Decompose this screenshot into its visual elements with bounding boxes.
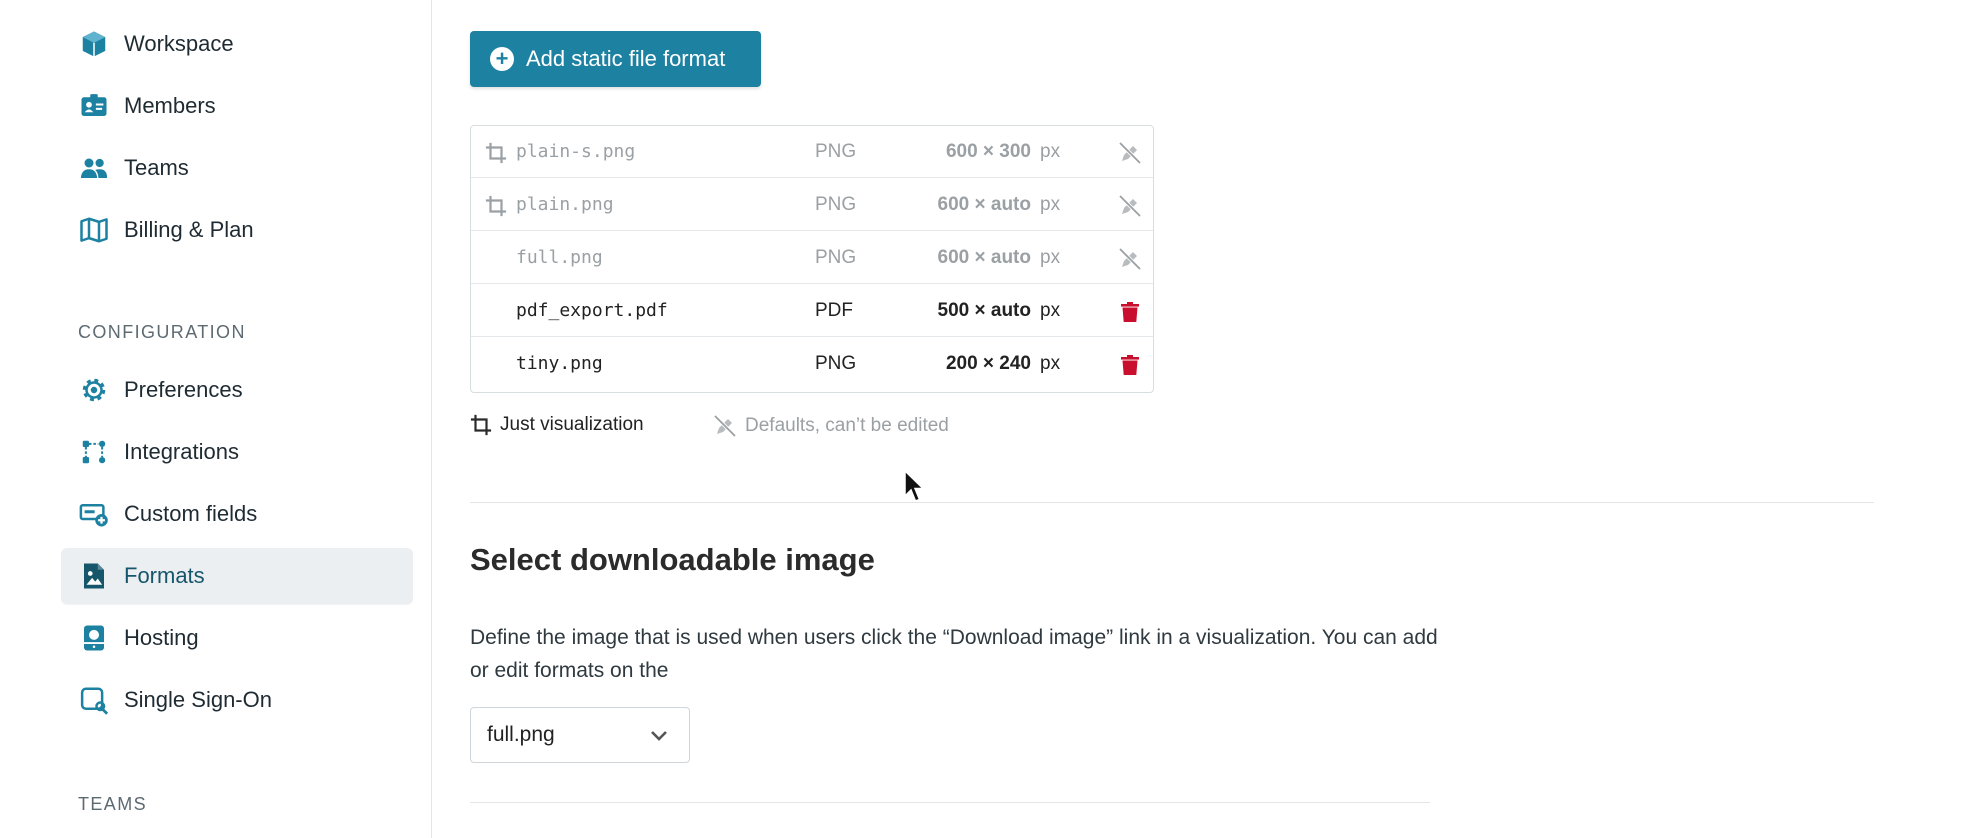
divider <box>470 802 1430 803</box>
format-unit: px <box>1040 300 1061 321</box>
format-size: 500 × auto <box>937 300 1031 321</box>
integrations-icon <box>78 436 110 468</box>
format-unit: px <box>1040 194 1061 215</box>
format-name: tiny.png <box>516 353 603 374</box>
teams-section-label: TEAMS <box>78 794 148 814</box>
format-name: pdf_export.pdf <box>516 300 668 321</box>
mouse-cursor-icon <box>904 470 925 502</box>
format-type: PDF <box>815 300 853 321</box>
format-size: 600 × auto <box>937 194 1031 215</box>
format-size: 600 × auto <box>937 247 1031 268</box>
downloadable-image-select[interactable]: full.png <box>470 707 690 763</box>
table-row: full.png PNG 600 × auto px <box>471 232 1153 284</box>
trash-icon[interactable] <box>1117 352 1143 378</box>
format-size: 200 × 240 <box>945 353 1031 374</box>
section-description: Define the image that is used when users… <box>470 626 1438 682</box>
section-title: Select downloadable image <box>470 542 875 577</box>
format-type: PNG <box>815 141 857 162</box>
no-edit-icon <box>1117 140 1143 166</box>
sidebar-item-integrations[interactable]: Integrations <box>61 424 413 480</box>
table-row: pdf_export.pdf PDF 500 × auto px <box>471 285 1153 337</box>
legend-defaults-label: Defaults, can’t be edited <box>745 415 949 436</box>
legend-visualization-label: Just visualization <box>500 414 644 435</box>
sidebar-item-hosting[interactable]: Hosting <box>61 610 413 666</box>
sso-icon <box>78 684 110 716</box>
sidebar-item-teams[interactable]: Teams <box>61 140 413 196</box>
format-type: PNG <box>815 194 857 215</box>
no-edit-icon <box>1117 193 1143 219</box>
table-row: plain-s.png PNG 600 × 300 px <box>471 126 1153 178</box>
format-type: PNG <box>815 353 857 374</box>
format-size: 600 × 300 <box>945 141 1031 162</box>
custom-fields-icon <box>78 498 110 530</box>
no-edit-icon <box>1117 246 1143 272</box>
server-icon <box>78 622 110 654</box>
format-name: plain-s.png <box>516 141 636 162</box>
sidebar-item-label: Integrations <box>124 439 239 464</box>
sidebar-item-label: Custom fields <box>124 501 258 526</box>
sidebar-item-sso[interactable]: Single Sign-On <box>61 672 413 728</box>
format-unit: px <box>1040 353 1061 374</box>
crop-icon <box>485 195 507 217</box>
chevron-down-icon <box>651 731 667 741</box>
sidebar-item-label: Billing & Plan <box>124 217 254 242</box>
people-icon <box>78 152 110 184</box>
id-card-icon <box>78 90 110 122</box>
sidebar-item-members[interactable]: Members <box>61 78 413 134</box>
sidebar-item-label: Members <box>124 93 216 118</box>
image-file-icon <box>78 560 110 592</box>
crop-icon <box>485 142 507 164</box>
gear-icon <box>78 374 110 406</box>
sidebar-item-label: Single Sign-On <box>124 687 272 712</box>
plus-circle-icon: + <box>490 47 514 71</box>
main-content: + Add static file format plain-s.png PNG… <box>433 0 1986 838</box>
sidebar: Workspace Members Teams Billing & Plan C… <box>0 0 432 838</box>
select-value: full.png <box>487 723 555 746</box>
sidebar-item-label: Formats <box>124 563 205 588</box>
sidebar-item-workspace[interactable]: Workspace <box>61 16 413 72</box>
sidebar-item-billing[interactable]: Billing & Plan <box>61 202 413 258</box>
format-type: PNG <box>815 247 857 268</box>
sidebar-item-preferences[interactable]: Preferences <box>61 362 413 418</box>
no-edit-icon <box>713 414 737 438</box>
add-static-file-format-button[interactable]: + Add static file format <box>470 31 761 87</box>
workspace-cube-icon <box>78 28 110 60</box>
sidebar-item-label: Teams <box>124 155 189 180</box>
table-row: plain.png PNG 600 × auto px <box>471 179 1153 231</box>
crop-icon <box>470 414 492 436</box>
map-icon <box>78 214 110 246</box>
sidebar-item-label: Preferences <box>124 377 243 402</box>
legend-visualization: Just visualization <box>470 414 644 436</box>
sidebar-item-label: Workspace <box>124 31 234 56</box>
formats-table: plain-s.png PNG 600 × 300 px plain.png P… <box>470 125 1154 393</box>
sidebar-item-formats[interactable]: Formats <box>61 548 413 604</box>
format-name: plain.png <box>516 194 614 215</box>
table-row: tiny.png PNG 200 × 240 px <box>471 338 1153 390</box>
configuration-section-label: CONFIGURATION <box>78 322 246 342</box>
trash-icon[interactable] <box>1117 299 1143 325</box>
legend-defaults: Defaults, can’t be edited <box>713 414 949 438</box>
add-button-label: Add static file format <box>526 46 726 71</box>
format-unit: px <box>1040 247 1061 268</box>
sidebar-item-custom-fields[interactable]: Custom fields <box>61 486 413 542</box>
format-unit: px <box>1040 141 1061 162</box>
sidebar-item-label: Hosting <box>124 625 199 650</box>
format-name: full.png <box>516 247 603 268</box>
divider <box>470 502 1874 503</box>
